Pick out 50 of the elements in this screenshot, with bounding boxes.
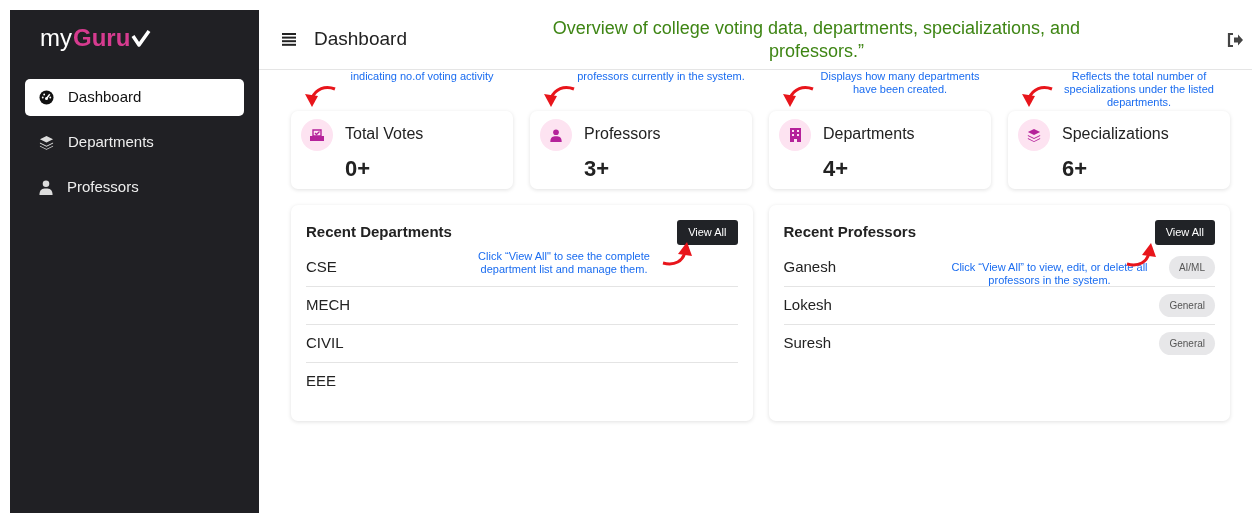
curved-arrow xyxy=(542,85,576,109)
layers-icon xyxy=(1027,128,1041,142)
stat-value: 6+ xyxy=(1062,155,1089,183)
person-icon xyxy=(39,180,53,195)
department-name: CIVIL xyxy=(306,332,344,353)
department-name: EEE xyxy=(306,371,336,392)
view-all-button[interactable]: View All xyxy=(1154,220,1215,245)
check-icon xyxy=(131,29,152,47)
gauge-icon xyxy=(39,90,54,105)
annotation-text: Click “View All" to see the complete department list and manage them. xyxy=(477,250,651,277)
department-name: MECH xyxy=(306,294,351,315)
card-title: Recent Departments xyxy=(306,222,452,242)
curved-arrow xyxy=(781,85,815,109)
menu-icon[interactable] xyxy=(282,33,296,46)
annotation-text: Click “View All” to view, edit, or delete all professors in the system. xyxy=(950,261,1149,288)
annotation-text: Reflects the total number of specializations under the listed departments. xyxy=(1063,70,1215,110)
stat-label: Specializations xyxy=(1062,124,1169,144)
annotation-text: indicating no.of voting activity xyxy=(349,70,495,84)
view-all-button[interactable]: View All xyxy=(677,220,738,245)
sidebar-item[interactable]: Departments xyxy=(25,124,244,161)
specialization-tag: General xyxy=(1159,293,1215,317)
building-icon xyxy=(789,128,801,142)
sidebar-item[interactable]: Professors xyxy=(25,169,244,206)
stat-label: Departments xyxy=(823,124,915,144)
card-title: Recent Professors xyxy=(783,222,917,242)
stat-value: 3+ xyxy=(584,155,611,183)
logo-text: Guru xyxy=(73,23,131,53)
professor-name: Ganesh xyxy=(783,256,837,277)
ballot-icon xyxy=(310,129,324,141)
page-title: Dashboard xyxy=(314,27,407,52)
sidebar-item[interactable]: Dashboard xyxy=(25,79,244,116)
specialization-tag: General xyxy=(1159,332,1215,355)
annotation-text: Displays how many departments have been created. xyxy=(819,70,981,97)
curved-arrow xyxy=(303,85,337,109)
stat-label: Total Votes xyxy=(345,124,424,144)
logo-text: my xyxy=(40,23,72,53)
specialization-tag: AI/ML xyxy=(1168,255,1215,279)
curved-arrow xyxy=(1020,85,1054,109)
annotation-text: Overview of college voting data, departments, specializations, and professors.” xyxy=(551,17,1082,62)
curved-arrow xyxy=(661,242,695,268)
department-name: CSE xyxy=(306,256,337,277)
professor-name: Lokesh xyxy=(783,294,832,315)
logout-icon[interactable] xyxy=(1226,31,1244,48)
stat-value: 4+ xyxy=(823,155,850,183)
stat-value: 0+ xyxy=(345,155,372,183)
annotation-text: professors currently in the system. xyxy=(576,70,746,84)
professor-name: Suresh xyxy=(783,333,832,354)
stat-label: Professors xyxy=(584,124,661,144)
person-icon xyxy=(550,128,562,142)
layers-icon xyxy=(39,135,54,150)
